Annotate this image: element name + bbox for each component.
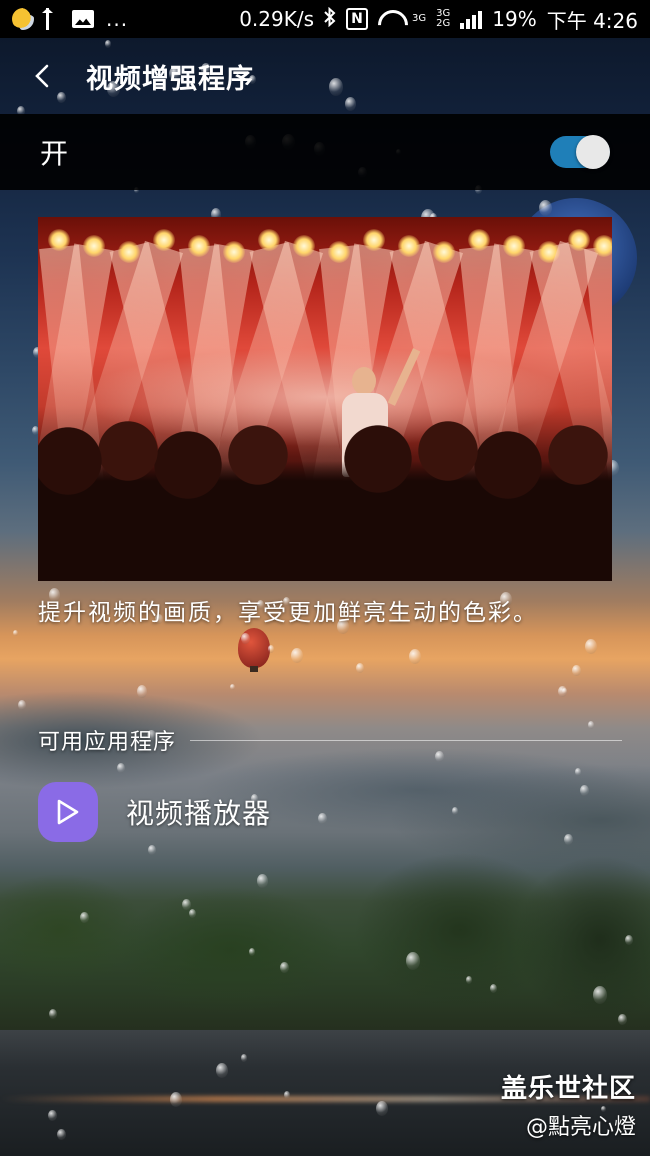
network-type-2g: 2G (436, 18, 451, 29)
raindrop (268, 645, 274, 653)
toggle-knob (576, 135, 610, 169)
bluetooth-icon (324, 6, 336, 32)
stage-light (568, 229, 590, 251)
nfc-icon: N (346, 8, 369, 30)
raindrop (257, 874, 268, 888)
usb-icon (46, 8, 60, 30)
raindrop (356, 663, 364, 673)
raindrop (618, 1014, 627, 1025)
section-divider (190, 739, 622, 741)
raindrop (18, 700, 26, 710)
watermark: 盖乐世社区 @點亮心燈 (501, 1068, 636, 1141)
play-icon (57, 799, 79, 825)
stage-light (593, 235, 612, 257)
gallery-icon (72, 10, 94, 28)
raindrop (182, 899, 191, 910)
master-switch-row[interactable]: 开 (0, 114, 650, 190)
crowd-silhouette (38, 421, 612, 581)
raindrop (13, 630, 18, 636)
stage-light (83, 235, 105, 257)
stage-light (258, 229, 280, 251)
raindrop (148, 845, 156, 855)
raindrop (490, 984, 497, 993)
raindrop (230, 684, 235, 690)
back-button[interactable] (28, 62, 56, 90)
raindrop (593, 986, 607, 1004)
raindrop (406, 952, 420, 970)
raindrop (241, 633, 250, 644)
raindrop (291, 648, 303, 663)
raindrop (117, 763, 125, 773)
raindrop (57, 1129, 66, 1140)
app-name: 视频播放器 (126, 797, 272, 830)
raindrop (48, 1110, 57, 1121)
raindrop (625, 935, 633, 945)
wallpaper-forest (0, 850, 650, 1050)
section-label: 可用应用程序 (38, 730, 177, 755)
watermark-user: @點亮心燈 (525, 1115, 636, 1140)
raindrop (466, 976, 472, 984)
master-toggle[interactable] (550, 135, 610, 169)
stage-light (293, 235, 315, 257)
network-speed: 0.29K/s (239, 7, 315, 31)
master-switch-label: 开 (40, 137, 69, 170)
video-player-app-icon (38, 782, 98, 842)
raindrop (49, 1009, 57, 1019)
raindrop (539, 200, 552, 216)
stage-light (398, 235, 420, 257)
raindrop (216, 1063, 228, 1078)
raindrop (575, 768, 581, 776)
raindrop (376, 1101, 388, 1116)
app-item-video-player[interactable]: 视频播放器 (38, 781, 612, 843)
raindrop (409, 649, 421, 664)
page-title: 视频增强程序 (86, 63, 254, 95)
available-apps-header: 可用应用程序 (38, 722, 622, 758)
raindrop (189, 909, 196, 918)
weather-icon (12, 8, 34, 30)
stage-light (503, 235, 525, 257)
raindrop (137, 685, 147, 698)
wifi-icon (378, 10, 402, 28)
stage-light (468, 229, 490, 251)
raindrop (558, 686, 567, 697)
feature-description: 提升视频的画质，享受更加鲜亮生动的色彩。 (38, 600, 538, 626)
raindrop (585, 639, 597, 654)
stage-light (433, 241, 455, 263)
stage-light (48, 229, 70, 251)
status-bar-right: 0.29K/s N 3G 3G 2G 19% 下午 4:26 (239, 5, 638, 34)
stage-light (223, 241, 245, 263)
status-bar-left: ... (12, 7, 128, 31)
raindrop (241, 1054, 247, 1062)
network-type-top: 3G (412, 13, 427, 24)
stage-light (188, 235, 210, 257)
signal-icon (460, 9, 483, 29)
stage-light (328, 241, 350, 263)
network-type-label: 3G (412, 14, 426, 24)
stage-light (153, 229, 175, 251)
raindrop (284, 1091, 290, 1099)
battery-level: 19% (492, 7, 537, 31)
stage-light (363, 229, 385, 251)
status-bar: ... 0.29K/s N 3G 3G 2G 19% 下午 4:26 (0, 0, 650, 38)
chevron-left-icon (35, 64, 49, 88)
clock: 下午 4:26 (546, 8, 638, 33)
raindrop (280, 962, 289, 973)
raindrop (249, 948, 255, 956)
concert-preview-image (38, 217, 612, 581)
stage-light (118, 241, 140, 263)
watermark-title: 盖乐世社区 (500, 1074, 636, 1104)
more-notifications-indicator: ... (106, 7, 129, 31)
app-bar: 视频增强程序 (0, 38, 650, 114)
network-type-label-2: 3G 2G (436, 9, 450, 29)
raindrop (170, 1092, 182, 1107)
raindrop (572, 665, 581, 676)
raindrop (80, 912, 89, 923)
